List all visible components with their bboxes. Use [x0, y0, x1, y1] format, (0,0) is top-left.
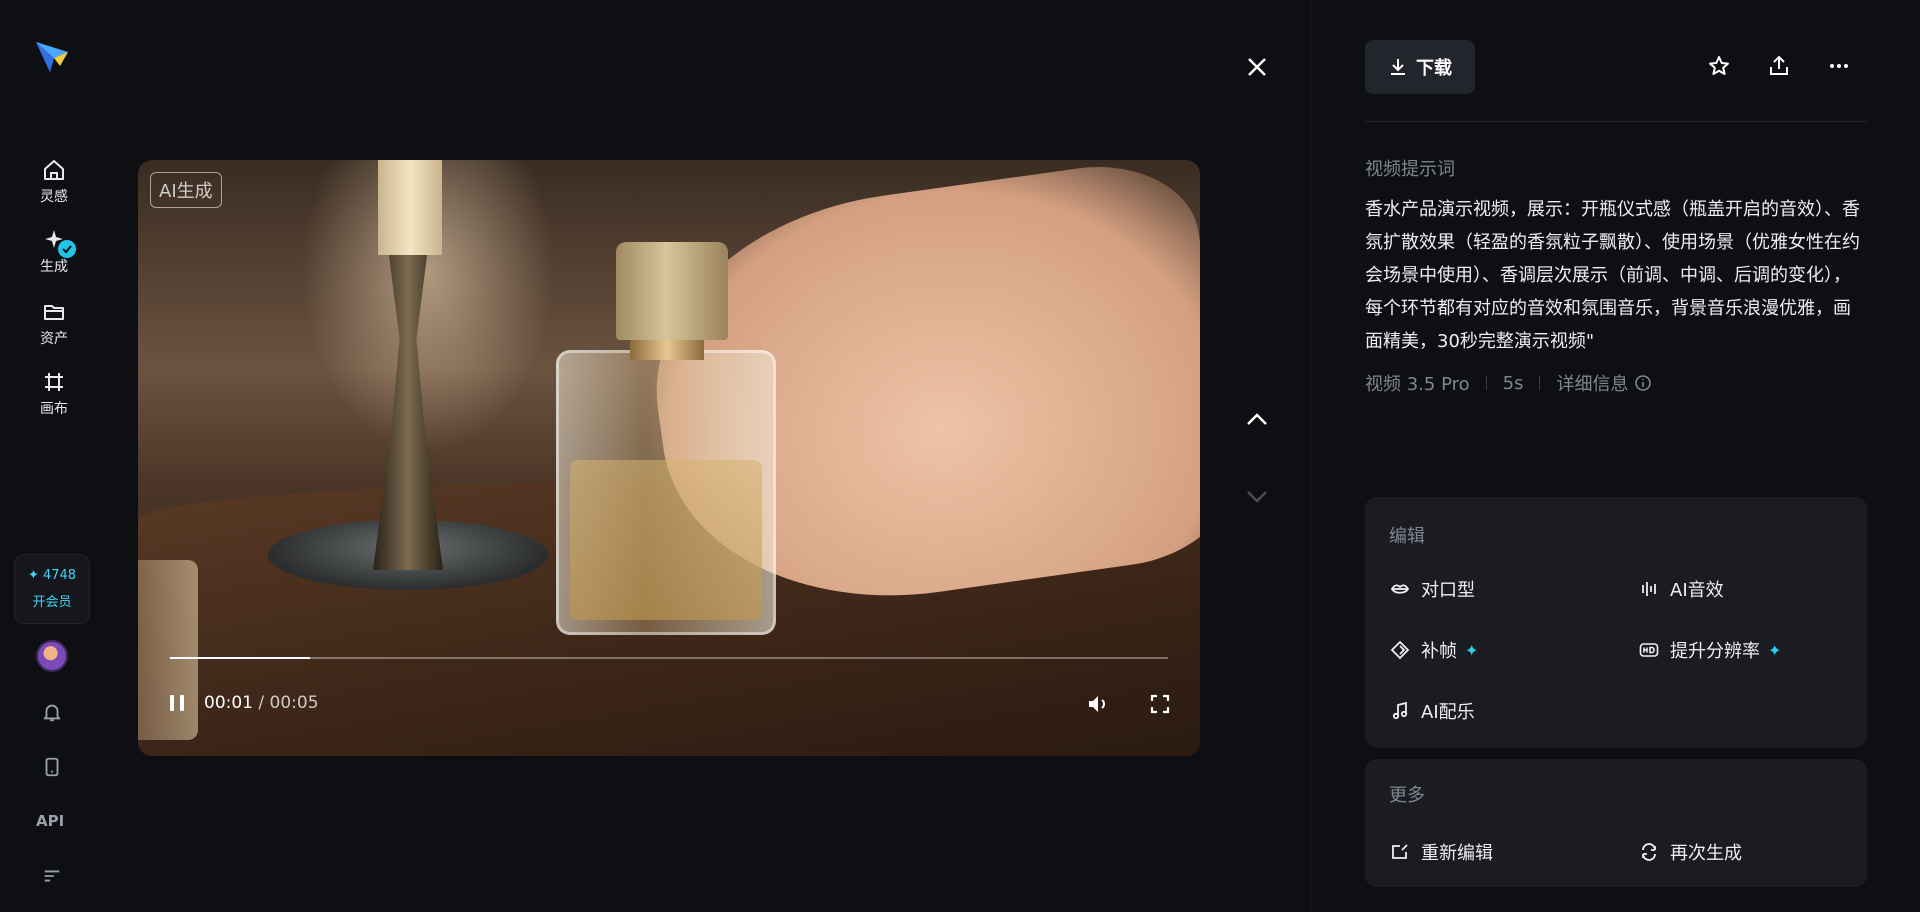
sidebar-item-label: 生成 — [40, 259, 68, 275]
star-icon — [1709, 56, 1729, 75]
panel-divider — [1310, 0, 1311, 912]
chevron-up-icon — [1247, 413, 1267, 425]
music-note-icon — [1389, 700, 1411, 722]
progress-fill — [170, 657, 310, 659]
credits-value: 4748 — [42, 568, 77, 583]
close-button[interactable] — [1240, 50, 1274, 84]
option-label: AI配乐 — [1421, 702, 1475, 723]
api-link[interactable]: API — [36, 812, 64, 830]
logo-icon[interactable] — [34, 38, 70, 74]
favorite-button[interactable] — [1703, 50, 1735, 82]
ai-generated-tag: AI生成 — [150, 172, 222, 208]
hd-icon — [1638, 639, 1660, 661]
video-frame-collar — [630, 338, 704, 360]
details-panel: 下载 视频提示词 香水产品演示视频，展示：开瓶仪式感（瓶盖开启的音效）、香氛扩散… — [1365, 0, 1867, 912]
option-label: 重新编辑 — [1421, 843, 1493, 864]
sidebar-item-generate[interactable]: 生成 — [22, 226, 86, 276]
meta-separator — [1539, 376, 1541, 390]
volume-icon — [1089, 696, 1105, 712]
option-label: 对口型 — [1421, 580, 1475, 601]
sidebar-item-inspiration[interactable]: 灵感 — [22, 156, 86, 206]
frame-interpolation-icon — [1389, 639, 1411, 661]
pause-icon — [170, 695, 184, 711]
option-label: 提升分辨率 — [1670, 641, 1760, 662]
total-time: / 00:05 — [258, 693, 319, 713]
menu-icon[interactable] — [38, 862, 66, 890]
model-name: 视频 3.5 Pro — [1365, 374, 1470, 395]
option-label: AI音效 — [1670, 580, 1724, 601]
divider — [1365, 121, 1867, 122]
re-edit-icon — [1389, 841, 1411, 863]
regenerate-option[interactable]: 再次生成 — [1638, 839, 1742, 865]
more-card-title: 更多 — [1389, 785, 1425, 806]
meta-separator — [1485, 376, 1487, 390]
sidebar-item-label: 资产 — [40, 331, 68, 347]
lips-icon — [1389, 578, 1411, 600]
video-player[interactable]: AI生成 00:01 / 00:05 — [138, 160, 1200, 756]
download-icon — [1391, 59, 1405, 75]
sidebar-item-label: 灵感 — [40, 189, 68, 205]
video-frame-candle-stem — [373, 240, 443, 570]
option-label: 再次生成 — [1670, 843, 1742, 864]
info-icon — [1635, 375, 1652, 391]
download-label: 下载 — [1416, 58, 1452, 79]
details-label: 详细信息 — [1556, 374, 1629, 395]
mobile-icon[interactable] — [38, 753, 66, 781]
upscale-option[interactable]: 提升分辨率 ✦ — [1638, 637, 1781, 663]
volume-button[interactable] — [1084, 690, 1112, 718]
check-icon — [58, 240, 76, 258]
video-frame-cap — [616, 242, 728, 340]
sidebar: 灵感 生成 资产 画布 ✦ 4748 开会员 API — [0, 0, 104, 912]
credits-badge[interactable]: ✦ 4748 开会员 — [14, 554, 90, 624]
previous-button[interactable] — [1240, 404, 1274, 434]
sidebar-item-assets[interactable]: 资产 — [22, 298, 86, 348]
video-frame-liquid — [570, 460, 762, 620]
generation-meta: 视频 3.5 Pro 5s 详细信息 — [1365, 370, 1652, 396]
premium-spark-icon: ✦ — [1465, 640, 1479, 660]
sound-effect-icon — [1638, 578, 1660, 600]
video-controls: 00:01 / 00:05 — [138, 680, 1200, 730]
canvas-icon — [40, 368, 68, 396]
edit-card: 编辑 对口型 AI音效 补帧 ✦ 提升分辨率 ✦ AI配乐 — [1365, 497, 1867, 748]
ai-sound-effect-option[interactable]: AI音效 — [1638, 576, 1724, 602]
sidebar-item-canvas[interactable]: 画布 — [22, 368, 86, 418]
vip-link: 开会员 — [32, 595, 72, 610]
duration: 5s — [1502, 372, 1524, 394]
frame-interpolation-option[interactable]: 补帧 ✦ — [1389, 637, 1478, 663]
folder-icon — [40, 298, 68, 326]
close-icon — [1248, 58, 1266, 76]
next-button[interactable] — [1240, 482, 1274, 512]
share-button[interactable] — [1763, 50, 1795, 82]
fullscreen-button[interactable] — [1146, 690, 1174, 718]
ai-music-option[interactable]: AI配乐 — [1389, 698, 1475, 724]
home-icon — [40, 156, 68, 184]
download-button[interactable]: 下载 — [1365, 40, 1475, 94]
chevron-down-icon — [1247, 491, 1267, 503]
edit-card-title: 编辑 — [1389, 526, 1425, 547]
time-display: 00:01 / 00:05 — [204, 693, 319, 713]
pause-button[interactable] — [164, 690, 190, 716]
video-frame-candle — [378, 160, 442, 255]
more-card: 更多 重新编辑 再次生成 — [1365, 759, 1867, 887]
credits-count: ✦ 4748 — [27, 568, 77, 583]
bell-icon[interactable] — [38, 698, 66, 726]
share-icon — [1770, 55, 1788, 75]
prompt-title: 视频提示词 — [1365, 159, 1455, 180]
prompt-text: 香水产品演示视频，展示：开瓶仪式感（瓶盖开启的音效）、香氛扩散效果（轻盈的香氛粒… — [1365, 199, 1860, 352]
progress-bar[interactable] — [170, 657, 1168, 659]
sidebar-item-label: 画布 — [40, 401, 68, 417]
generate-icon — [40, 226, 76, 258]
current-time: 00:01 — [204, 693, 253, 713]
more-button[interactable] — [1823, 50, 1855, 82]
more-icon — [1830, 64, 1848, 68]
option-label: 补帧 — [1421, 641, 1457, 662]
re-edit-option[interactable]: 重新编辑 — [1389, 839, 1493, 865]
details-link[interactable]: 详细信息 — [1556, 370, 1652, 396]
avatar[interactable] — [36, 640, 68, 672]
fullscreen-icon — [1150, 694, 1170, 714]
lip-sync-option[interactable]: 对口型 — [1389, 576, 1475, 602]
regenerate-icon — [1638, 841, 1660, 863]
premium-spark-icon: ✦ — [1768, 640, 1782, 660]
